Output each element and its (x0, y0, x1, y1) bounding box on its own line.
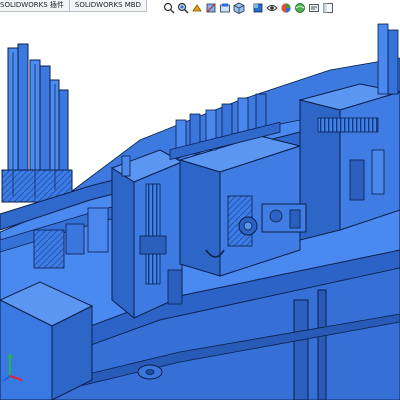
section-view-icon[interactable] (204, 2, 217, 15)
gantry-column (110, 149, 184, 320)
zoom-to-fit-icon[interactable] (162, 2, 175, 15)
triad-z-axis (2, 375, 11, 382)
bracket (33, 229, 65, 269)
previous-view-icon[interactable] (190, 2, 203, 15)
bracket (87, 207, 109, 253)
display-pane-icon[interactable] (321, 2, 334, 15)
zoom-to-area-icon[interactable] (176, 2, 189, 15)
bracket (65, 223, 85, 255)
toolbar-separator (246, 2, 250, 14)
frame-leg (317, 289, 327, 400)
hide-show-items-icon[interactable] (265, 2, 278, 15)
heads-up-view-toolbar (162, 1, 334, 15)
right-station (298, 23, 400, 241)
command-manager-tabs: SOLIDWORKS 插件 SOLIDWORKS MBD (0, 0, 147, 12)
tab-solidworks-addins[interactable]: SOLIDWORKS 插件 (0, 0, 70, 11)
frame-leg (293, 299, 309, 400)
view-settings-icon[interactable] (307, 2, 320, 15)
display-style-icon[interactable] (251, 2, 264, 15)
graphics-area[interactable]: SOLIDWORKS 插件 SOLIDWORKS MBD (0, 0, 400, 400)
feeder-towers (1, 43, 73, 203)
clamp-fixture (261, 203, 307, 233)
reference-triad (2, 353, 23, 382)
dynamic-annotation-views-icon[interactable] (218, 2, 231, 15)
view-orientation-icon[interactable] (232, 2, 245, 15)
assembly-model[interactable] (0, 0, 400, 400)
tab-solidworks-mbd[interactable]: SOLIDWORKS MBD (69, 0, 147, 11)
edit-appearance-icon[interactable] (279, 2, 292, 15)
apply-scene-icon[interactable] (293, 2, 306, 15)
triad-x-axis (9, 375, 23, 381)
handwheel (137, 364, 163, 380)
